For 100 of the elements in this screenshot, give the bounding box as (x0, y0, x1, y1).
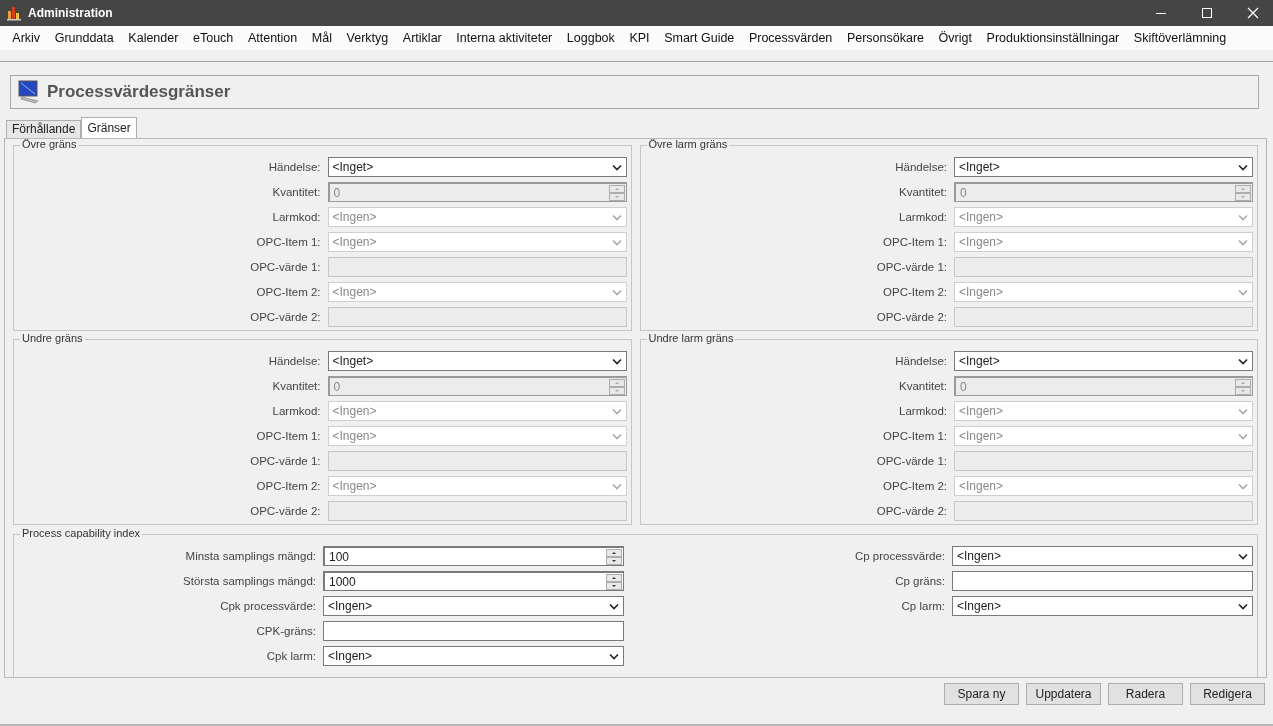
caret-icon (1238, 407, 1248, 415)
field-label: Händelse: (894, 355, 947, 367)
field-label: OPC-Item 2: (882, 480, 947, 492)
field-label: Händelse: (267, 355, 321, 367)
field-label: OPC-Item 1: (255, 236, 321, 248)
caret-icon (1238, 213, 1248, 221)
field-label: Kvantitet: (898, 380, 947, 392)
field-label: Kvantitet: (898, 186, 947, 198)
field-label: OPC-Item 2: (882, 286, 947, 298)
field-label: Cp larm: (900, 600, 945, 612)
menu-item[interactable]: Attention (240, 31, 305, 45)
field-label: Största samplings mängd: (182, 575, 316, 587)
field-label: OPC-Item 1: (255, 430, 321, 442)
bar-chart-icon (6, 5, 22, 21)
tab[interactable]: Förhållande (6, 120, 82, 138)
page-title: Processvärdesgränser (47, 82, 231, 102)
field-label: Cpk processvärde: (219, 600, 316, 612)
field-label: Larmkod: (898, 211, 947, 223)
action-button[interactable]: Radera (1108, 683, 1183, 705)
maximize-icon[interactable] (1201, 7, 1213, 19)
field-label: Cpk larm: (265, 650, 316, 662)
tab[interactable]: Gränser (81, 117, 137, 138)
caret-icon (1238, 357, 1248, 365)
field-label: OPC-värde 2: (249, 311, 321, 323)
group-title: Övre gräns (20, 139, 79, 150)
spin-buttons-icon[interactable] (606, 573, 622, 590)
dropdown[interactable]: <Inget> (327, 157, 627, 177)
group-title: Övre larm gräns (646, 139, 730, 150)
menu-item[interactable]: Mål (304, 31, 340, 45)
caret-icon (611, 482, 622, 490)
field-label: OPC-värde 2: (249, 505, 321, 517)
field-label: Kvantitet: (271, 186, 321, 198)
field-label: Kvantitet: (271, 380, 321, 392)
caret-icon (1238, 288, 1248, 296)
monitor-icon (17, 80, 41, 104)
dropdown[interactable]: <Ingen> (952, 546, 1253, 566)
text-field[interactable] (952, 571, 1253, 591)
menu-item[interactable]: Verktyg (339, 31, 396, 45)
caret-icon (611, 163, 622, 171)
close-icon[interactable] (1247, 7, 1259, 19)
menu-item[interactable]: Interna aktiviteter (449, 31, 560, 45)
caret-icon (611, 238, 622, 246)
menu-item[interactable]: Smart Guide (656, 31, 742, 45)
caret-icon (611, 407, 622, 415)
caret-icon (611, 288, 622, 296)
field-label: Larmkod: (271, 211, 321, 223)
menu-item[interactable]: Grunddata (47, 31, 122, 45)
field-label: Larmkod: (271, 405, 321, 417)
menu-item[interactable]: Kalender (121, 31, 186, 45)
number-field[interactable]: 1000 (323, 571, 624, 591)
field-label: Händelse: (267, 161, 321, 173)
field-label: OPC-värde 1: (875, 261, 947, 273)
action-button[interactable]: Uppdatera (1026, 683, 1101, 705)
menu-item[interactable]: Loggbok (559, 31, 623, 45)
caret-icon (611, 357, 622, 365)
caret-icon (1238, 432, 1248, 440)
caret-icon (1238, 163, 1248, 171)
caret-icon (1238, 602, 1248, 610)
menu-item[interactable]: Skiftöverlämning (1126, 31, 1234, 45)
menu-item[interactable]: Processvärden (741, 31, 840, 45)
field-label: Minsta samplings mängd: (184, 550, 316, 562)
group-title: Undre larm gräns (646, 332, 736, 344)
menu-item[interactable]: Artiklar (395, 31, 450, 45)
number-field[interactable]: 100 (323, 546, 624, 566)
caret-icon (1238, 238, 1248, 246)
group-title: Undre gräns (20, 332, 85, 344)
field-label: Larmkod: (898, 405, 947, 417)
field-label: Händelse: (894, 161, 947, 173)
dropdown[interactable]: <Inget> (327, 351, 627, 371)
caret-icon (609, 652, 619, 660)
menu-item[interactable]: Personsökare (839, 31, 932, 45)
group-title: Process capability index (20, 527, 142, 539)
field-label: OPC-Item 2: (255, 480, 321, 492)
menu-item[interactable]: Arkiv (5, 31, 48, 45)
field-label: OPC-Item 1: (882, 236, 947, 248)
text-field[interactable] (323, 621, 624, 641)
dropdown[interactable]: <Inget> (954, 351, 1253, 371)
caret-icon (609, 602, 619, 610)
menu-item[interactable]: Produktionsinställningar (979, 31, 1127, 45)
field-label: CPK-gräns: (255, 625, 316, 637)
dropdown[interactable]: <Ingen> (323, 596, 624, 616)
dropdown[interactable]: <Inget> (954, 157, 1253, 177)
caret-icon (611, 213, 622, 221)
field-label: OPC-värde 2: (875, 311, 947, 323)
menu-item[interactable]: Övrigt (931, 31, 980, 45)
field-label: OPC-värde 1: (249, 455, 321, 467)
action-button[interactable]: Redigera (1190, 683, 1265, 705)
field-label: OPC-Item 2: (255, 286, 321, 298)
field-label: OPC-värde 2: (875, 505, 947, 517)
spin-buttons-icon[interactable] (606, 548, 622, 565)
action-button[interactable]: Spara ny (944, 683, 1019, 705)
caret-icon (1238, 552, 1248, 560)
dropdown[interactable]: <Ingen> (952, 596, 1253, 616)
field-label: Cp gräns: (894, 575, 945, 587)
field-label: OPC-Item 1: (882, 430, 947, 442)
field-label: OPC-värde 1: (875, 455, 947, 467)
menu-item[interactable]: KPI (622, 31, 657, 45)
field-label: Cp processvärde: (853, 550, 945, 562)
dropdown[interactable]: <Ingen> (323, 646, 624, 666)
menu-item[interactable]: eTouch (185, 31, 241, 45)
